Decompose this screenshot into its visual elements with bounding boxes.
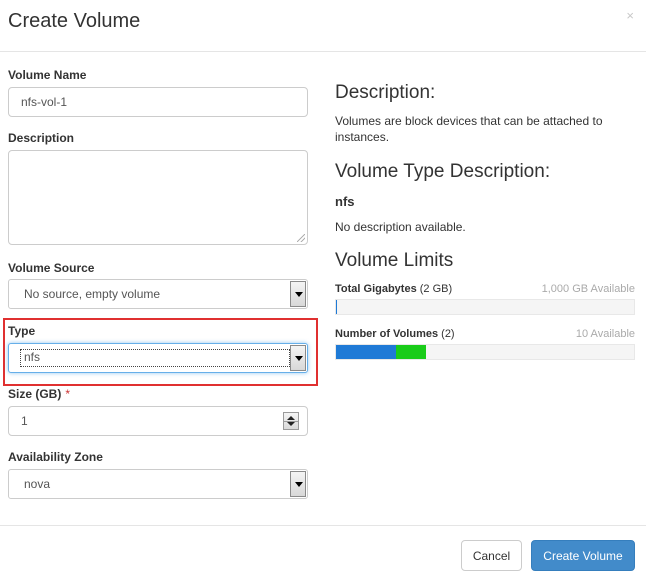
- limit-total-gigabytes: Total Gigabytes (2 GB) 1,000 GB Availabl…: [335, 283, 635, 315]
- size-value: 1: [21, 414, 28, 428]
- modal-title: Create Volume: [8, 10, 141, 32]
- modal-footer: Cancel Create Volume: [0, 525, 646, 579]
- spinner-up-icon[interactable]: [287, 416, 295, 420]
- limit-progress-bar: [335, 299, 635, 315]
- resize-grip-icon[interactable]: [297, 234, 305, 242]
- cancel-button[interactable]: Cancel: [461, 540, 522, 571]
- volume-source-value: No source, empty volume: [24, 287, 161, 301]
- description-text: Volumes are block devices that can be at…: [335, 114, 603, 144]
- bar-used: [336, 300, 337, 314]
- bar-added: [396, 345, 426, 359]
- type-value: nfs: [24, 350, 41, 364]
- volume-type-text: No description available.: [335, 220, 466, 234]
- availability-zone-value: nova: [24, 477, 51, 491]
- availability-zone-select[interactable]: nova: [8, 469, 308, 499]
- dropdown-arrow-icon[interactable]: [290, 471, 306, 497]
- volume-type-heading: Volume Type Description:: [335, 161, 551, 182]
- required-asterisk: *: [65, 387, 71, 401]
- volume-name-input[interactable]: [8, 87, 308, 117]
- volume-limits-heading: Volume Limits: [335, 250, 454, 271]
- type-label: Type: [8, 324, 36, 338]
- size-label-text: Size (GB): [8, 387, 62, 401]
- limit-number-of-volumes: Number of Volumes (2) 10 Available: [335, 328, 635, 360]
- limit-name: Total Gigabytes: [335, 283, 417, 295]
- description-label: Description: [8, 131, 75, 145]
- modal-header: Create Volume ×: [0, 0, 646, 52]
- spinner-icon[interactable]: [283, 412, 299, 430]
- close-icon[interactable]: ×: [626, 8, 634, 23]
- size-label: Size (GB) *: [8, 387, 70, 401]
- description-heading: Description:: [335, 82, 436, 103]
- spinner-down-icon[interactable]: [287, 422, 295, 426]
- limit-available: 1,000 GB Available: [541, 283, 635, 295]
- limit-detail: (2 GB): [419, 283, 453, 295]
- limit-available: 10 Available: [575, 328, 635, 340]
- type-select[interactable]: nfs: [8, 343, 308, 373]
- dropdown-arrow-icon[interactable]: [290, 281, 306, 307]
- focus-ring: [20, 349, 290, 367]
- limit-progress-bar: [335, 344, 635, 360]
- bar-used: [336, 345, 396, 359]
- create-volume-button[interactable]: Create Volume: [531, 540, 635, 571]
- volume-type-name: nfs: [335, 194, 355, 209]
- description-textarea[interactable]: [8, 150, 308, 245]
- volume-source-select[interactable]: No source, empty volume: [8, 279, 308, 309]
- dropdown-arrow-icon[interactable]: [290, 345, 306, 371]
- availability-zone-label: Availability Zone: [8, 450, 103, 464]
- limit-detail: (2): [441, 328, 455, 340]
- size-input[interactable]: 1: [8, 406, 308, 436]
- volume-name-label: Volume Name: [8, 68, 87, 82]
- volume-source-label: Volume Source: [8, 261, 95, 275]
- limit-name: Number of Volumes: [335, 328, 439, 340]
